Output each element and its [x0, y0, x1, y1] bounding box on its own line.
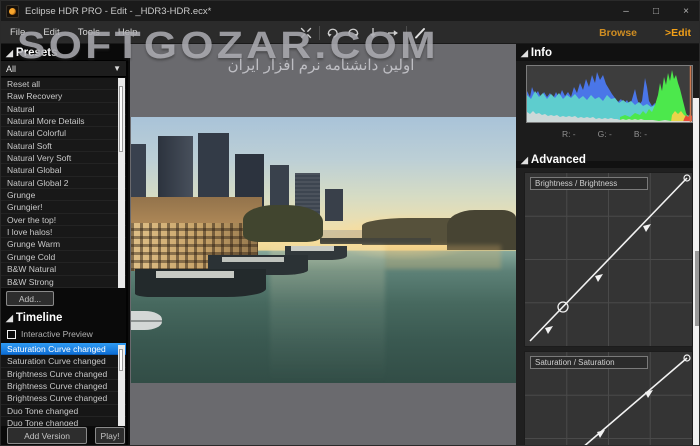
histogram [526, 65, 693, 123]
collapse-triangle-icon: ◢ [6, 313, 13, 323]
preset-list-item[interactable]: Natural Very Soft [1, 152, 126, 165]
preset-list-item[interactable]: Grungier! [1, 201, 126, 214]
toolbar-separator [406, 25, 407, 40]
timeline-list-item[interactable]: Brightness Curve changed [1, 367, 126, 381]
timeline-list-item[interactable]: Duo Tone changed [1, 404, 126, 418]
right-sidebar: ◢ Info R: - G: - B: - ◢ Advanced Brightn… [516, 44, 699, 445]
fit-screen-icon[interactable] [299, 26, 313, 40]
chevron-down-icon: ▼ [113, 64, 121, 73]
collapse-triangle-icon: ◢ [6, 48, 13, 58]
preset-list-item[interactable]: Natural Colorful [1, 127, 126, 140]
right-panel-scrollbar[interactable] [693, 98, 699, 445]
histogram-g-value: G: - [597, 129, 612, 139]
window-title: Eclipse HDR PRO - Edit - _HDR3-HDR.ecx* [25, 5, 212, 17]
add-version-button[interactable]: Add Version [7, 427, 87, 444]
collapse-triangle-icon: ◢ [521, 155, 528, 165]
timeline-list-item[interactable]: Duo Tone changed [1, 417, 126, 426]
title-bar: Eclipse HDR PRO - Edit - _HDR3-HDR.ecx* … [1, 1, 699, 21]
brightness-curve-editor[interactable]: Brightness / Brightness [524, 172, 693, 347]
pen-icon[interactable] [413, 26, 427, 40]
preset-list-item[interactable]: Grunge Warm [1, 238, 126, 251]
left-sidebar: ◢ Presets All ▼ Reset all Raw Recovery Natu… [1, 44, 128, 445]
menu-tools[interactable]: Tools [69, 21, 109, 44]
preset-list-item[interactable]: Natural Global 2 [1, 176, 126, 190]
preset-list-item[interactable]: Grunge [1, 189, 126, 202]
timeline-list-item[interactable]: Brightness Curve changed [1, 392, 126, 405]
edit-mode-button[interactable]: >Edit [665, 27, 691, 39]
presets-list: Reset all Raw Recovery Natural Natural More… [1, 78, 126, 288]
app-logo-icon [6, 4, 19, 18]
redo-icon[interactable] [346, 26, 360, 40]
app-window: Eclipse HDR PRO - Edit - _HDR3-HDR.ecx* … [0, 0, 700, 446]
import-arrow-icon[interactable] [366, 26, 380, 40]
presets-panel-header[interactable]: ◢ Presets [1, 44, 126, 61]
timeline-panel-header[interactable]: ◢ Timeline [1, 309, 126, 326]
maximize-button[interactable]: □ [641, 1, 671, 21]
preset-list-item[interactable]: B&W Strong [1, 275, 126, 288]
photo-preview [131, 117, 516, 383]
timeline-list: Saturation Curve changed Saturation Curve… [1, 343, 126, 426]
menu-file[interactable]: File [1, 21, 34, 44]
timeline-scrollbar-thumb[interactable] [119, 349, 123, 371]
preset-list-item[interactable]: Natural [1, 102, 126, 116]
preset-list-item[interactable]: B&W Natural [1, 263, 126, 276]
preset-list-item[interactable]: Grunge Cold [1, 250, 126, 264]
editor-canvas[interactable] [130, 44, 516, 445]
undo-icon[interactable] [326, 26, 340, 40]
right-panel-scrollbar-thumb[interactable] [695, 251, 699, 326]
preset-list-item[interactable]: Natural Global [1, 164, 126, 177]
presets-filter-value: All [6, 63, 17, 74]
brightness-curve-label: Brightness / Brightness [530, 177, 648, 190]
add-preset-button[interactable]: Add... [6, 291, 54, 306]
saturation-curve-editor[interactable]: Saturation / Saturation [524, 351, 693, 445]
preset-list-item[interactable]: Raw Recovery [1, 90, 126, 103]
info-panel-header[interactable]: ◢ Info [516, 44, 699, 61]
saturation-curve-label: Saturation / Saturation [530, 356, 648, 369]
presets-scrollbar[interactable] [118, 78, 125, 288]
presets-scrollbar-thumb[interactable] [119, 86, 123, 152]
timeline-list-item[interactable]: Saturation Curve changed [1, 355, 126, 368]
collapse-triangle-icon: ◢ [521, 48, 528, 58]
timeline-list-item[interactable]: Saturation Curve changed [1, 343, 126, 356]
histogram-r-value: R: - [561, 129, 576, 139]
menu-help[interactable]: Help [109, 21, 147, 44]
interactive-preview-label: Interactive Preview [21, 329, 93, 339]
histogram-b-value: B: - [633, 129, 648, 139]
preset-list-item[interactable]: Over the top! [1, 213, 126, 227]
browse-mode-button[interactable]: Browse [599, 27, 637, 39]
close-button[interactable]: × [671, 1, 699, 21]
play-button[interactable]: Play! [95, 427, 125, 444]
timeline-scrollbar[interactable] [118, 345, 125, 426]
toolbar-separator [319, 25, 320, 40]
timeline-list-item[interactable]: Brightness Curve changed [1, 380, 126, 393]
minimize-button[interactable]: – [611, 1, 641, 21]
menu-edit[interactable]: Edit [34, 21, 68, 44]
preset-list-item[interactable]: Natural Soft [1, 139, 126, 153]
preset-list-item[interactable]: Natural More Details [1, 115, 126, 128]
export-arrow-icon[interactable] [386, 26, 400, 40]
preset-list-item[interactable]: Reset all [1, 78, 126, 91]
presets-filter-dropdown[interactable]: All ▼ [1, 60, 126, 77]
preset-list-item[interactable]: I love halos! [1, 226, 126, 239]
interactive-preview-checkbox[interactable] [7, 329, 16, 339]
advanced-panel-header[interactable]: ◢ Advanced [516, 151, 699, 168]
